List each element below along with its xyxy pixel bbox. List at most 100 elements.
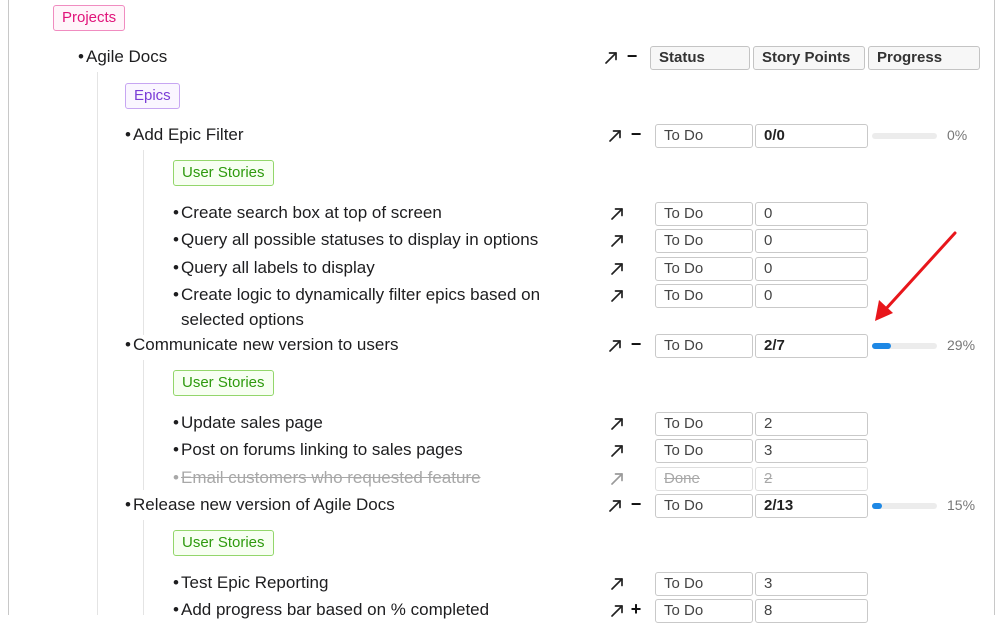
story-row: • Add progress bar based on % completed +… (0, 599, 999, 623)
epics-tag[interactable]: Epics (125, 83, 180, 109)
arrow-up-left-icon[interactable] (607, 497, 623, 513)
epic-title-text: Release new version of Agile Docs (133, 495, 395, 514)
story-points-field[interactable]: 2 (755, 467, 868, 491)
project-title[interactable]: • Agile Docs (78, 46, 167, 68)
bullet: • (173, 468, 179, 487)
epic-title[interactable]: • Release new version of Agile Docs (125, 494, 395, 516)
story-row-done: • Email customers who requested feature D… (0, 467, 999, 491)
expand-button[interactable]: + (630, 599, 642, 619)
project-title-text: Agile Docs (86, 47, 168, 66)
arrow-up-left-icon[interactable] (607, 127, 623, 143)
story-row: • Create logic to dynamically filter epic… (0, 284, 999, 329)
epic-title[interactable]: • Communicate new version to users (125, 334, 399, 356)
story-title-text: Query all possible statuses to display i… (181, 230, 539, 249)
story-title[interactable]: • Query all labels to display (173, 257, 375, 279)
story-row: • Update sales page To Do 2 (0, 412, 999, 436)
story-title-text: Add progress bar based on % completed (181, 600, 490, 619)
arrow-up-left-icon[interactable] (609, 415, 625, 431)
arrow-up-left-icon[interactable] (609, 260, 625, 276)
status-field[interactable]: To Do (655, 229, 753, 253)
epic-title-text: Add Epic Filter (133, 125, 244, 144)
story-row: • Query all possible statuses to display … (0, 229, 999, 253)
arrow-up-left-icon[interactable] (603, 49, 619, 65)
status-field[interactable]: To Do (655, 257, 753, 281)
status-field[interactable]: To Do (655, 202, 753, 226)
project-row: • Agile Docs − Status Story Points Progre… (0, 46, 999, 70)
bullet: • (173, 600, 179, 619)
user-stories-tag[interactable]: User Stories (173, 370, 274, 396)
user-stories-tag[interactable]: User Stories (173, 160, 274, 186)
story-points-field[interactable]: 8 (755, 599, 868, 623)
bullet: • (125, 495, 131, 514)
status-column-header[interactable]: Status (650, 46, 750, 70)
annotation-arrow (875, 231, 957, 321)
story-points-field[interactable]: 0 (755, 202, 868, 226)
arrow-up-left-icon[interactable] (609, 575, 625, 591)
story-points-field[interactable]: 3 (755, 572, 868, 596)
collapse-button[interactable]: − (630, 334, 642, 354)
status-field[interactable]: To Do (655, 599, 753, 623)
story-title[interactable]: • Email customers who requested feature (173, 467, 481, 489)
story-title[interactable]: • Query all possible statuses to display … (173, 229, 538, 251)
story-title-text: Create search box at top of screen (181, 203, 442, 222)
status-field[interactable]: To Do (655, 412, 753, 436)
story-title[interactable]: • Update sales page (173, 412, 323, 434)
bullet: • (125, 125, 131, 144)
story-points-field[interactable]: 0 (755, 284, 868, 308)
arrow-up-left-icon[interactable] (609, 232, 625, 248)
user-stories-tag[interactable]: User Stories (173, 530, 274, 556)
arrow-up-left-icon[interactable] (609, 287, 625, 303)
story-title[interactable]: • Test Epic Reporting (173, 572, 328, 594)
projects-tag[interactable]: Projects (53, 5, 126, 31)
story-points-field[interactable]: 2 (755, 412, 868, 436)
status-field[interactable]: To Do (655, 494, 753, 518)
story-title[interactable]: • Create search box at top of screen (173, 202, 442, 224)
status-field[interactable]: To Do (655, 284, 753, 308)
arrow-up-left-icon[interactable] (609, 442, 625, 458)
status-field[interactable]: To Do (655, 334, 753, 358)
bullet: • (173, 285, 179, 304)
story-title[interactable]: • Post on forums linking to sales pages (173, 439, 463, 461)
arrow-up-left-icon[interactable] (607, 337, 623, 353)
progress-percent: 0% (947, 127, 968, 143)
progress-bar-fill (872, 343, 891, 349)
status-field[interactable]: Done (655, 467, 753, 491)
story-title-text: Test Epic Reporting (181, 573, 329, 592)
story-title-text: Create logic to dynamically filter epics… (181, 285, 541, 304)
collapse-button[interactable]: − (630, 494, 642, 514)
story-row: • Query all labels to display To Do 0 (0, 257, 999, 281)
story-row: • Test Epic Reporting To Do 3 (0, 572, 999, 596)
epic-row: • Add Epic Filter − To Do 0/0 0% (0, 124, 999, 148)
story-title-text: Query all labels to display (181, 258, 375, 277)
story-title[interactable]: • Create logic to dynamically filter epic… (173, 284, 540, 331)
arrow-up-left-icon[interactable] (609, 470, 625, 486)
status-field[interactable]: To Do (655, 124, 753, 148)
progress-bar (872, 133, 937, 139)
epic-title-text: Communicate new version to users (133, 335, 399, 354)
story-title-text: Post on forums linking to sales pages (181, 440, 463, 459)
collapse-button[interactable]: − (626, 46, 638, 66)
story-title-continued: selected options (181, 310, 304, 329)
story-points-field[interactable]: 0 (755, 229, 868, 253)
progress-percent: 15% (947, 497, 976, 513)
progress-column-header[interactable]: Progress (868, 46, 980, 70)
bullet: • (125, 335, 131, 354)
bullet: • (173, 230, 179, 249)
arrow-up-left-icon[interactable] (609, 602, 625, 618)
story-points-field[interactable]: 3 (755, 439, 868, 463)
epic-row: • Communicate new version to users − To D… (0, 334, 999, 358)
epic-title[interactable]: • Add Epic Filter (125, 124, 244, 146)
story-title[interactable]: • Add progress bar based on % completed (173, 599, 489, 621)
story-title-text: Email customers who requested feature (181, 468, 481, 487)
status-field[interactable]: To Do (655, 572, 753, 596)
story-title-text: Update sales page (181, 413, 323, 432)
collapse-button[interactable]: − (630, 124, 642, 144)
story-points-field[interactable]: 0 (755, 257, 868, 281)
story-points-field[interactable]: 2/7 (755, 334, 868, 358)
story-points-field[interactable]: 2/13 (755, 494, 868, 518)
story-points-field[interactable]: 0/0 (755, 124, 868, 148)
arrow-up-left-icon[interactable] (609, 205, 625, 221)
status-field[interactable]: To Do (655, 439, 753, 463)
story-row: • Post on forums linking to sales pages T… (0, 439, 999, 463)
story-points-column-header[interactable]: Story Points (753, 46, 865, 70)
